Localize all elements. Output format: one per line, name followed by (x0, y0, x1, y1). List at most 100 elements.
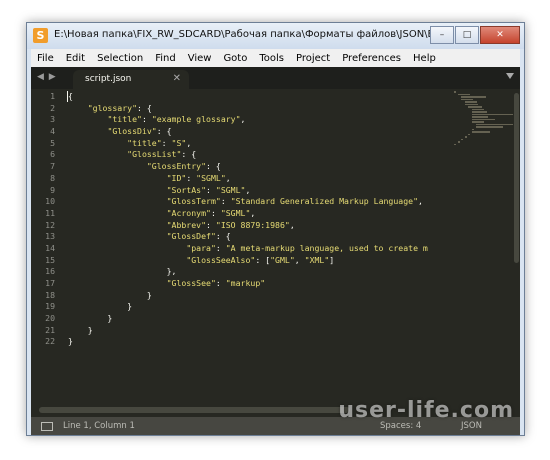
code-line: "title": "example glossary", (68, 114, 456, 126)
code-line: "GlossDiv": { (68, 126, 456, 138)
code-token: } (68, 289, 152, 300)
menu-find[interactable]: Find (149, 53, 182, 64)
horizontal-scroll-thumb[interactable] (39, 407, 350, 413)
line-number: 13 (45, 231, 55, 242)
code-token: , (289, 219, 295, 230)
code-line: "title": "S", (68, 138, 456, 150)
menu-project[interactable]: Project (290, 53, 336, 64)
code-line: } (68, 325, 456, 337)
string-token: "S" (171, 137, 187, 148)
code-token: , (240, 114, 246, 125)
code-token: , (294, 254, 305, 265)
minimap-line (472, 113, 519, 115)
line-number: 6 (50, 149, 55, 160)
line-number: 9 (50, 184, 55, 195)
code-line: } (68, 313, 456, 325)
minimap-line (461, 96, 486, 98)
string-token: "SGML" (196, 172, 226, 183)
watermark: user-life.com (338, 398, 514, 423)
code-line: "glossary": { (68, 103, 456, 115)
string-token: "Acronym" (166, 207, 211, 218)
code-line: } (68, 301, 456, 313)
code-token: : { (206, 161, 221, 172)
tab-navigation-arrows[interactable]: ◀ ▶ (37, 72, 57, 82)
menu-edit[interactable]: Edit (60, 53, 91, 64)
string-token: "GlossSeeAlso" (186, 254, 256, 265)
line-number: 18 (45, 289, 55, 300)
code-token: , (225, 172, 231, 183)
line-number: 19 (45, 301, 55, 312)
string-token: "Abbrev" (166, 219, 207, 230)
code-token: : { (215, 231, 231, 242)
menu-selection[interactable]: Selection (91, 53, 149, 64)
code-line: } (68, 336, 456, 348)
panel-toggle-icon[interactable] (41, 422, 53, 431)
code-token: : { (156, 126, 172, 137)
close-button[interactable]: ✕ (480, 26, 520, 44)
minimap-line (458, 141, 460, 143)
title-bar[interactable]: S E:\Новая папка\FIX_RW_SDCARD\Рабочая п… (27, 23, 524, 49)
code-line: { (68, 91, 456, 103)
string-token: "glossary" (87, 102, 138, 113)
code-token: } (68, 313, 113, 324)
menu-view[interactable]: View (182, 53, 218, 64)
minimap-line (472, 111, 487, 113)
line-number: 15 (45, 254, 55, 265)
tab-close-icon[interactable]: ✕ (173, 73, 181, 84)
string-token: "title" (127, 137, 162, 148)
minimize-button[interactable]: – (430, 26, 454, 44)
menu-tools[interactable]: Tools (253, 53, 290, 64)
code-line: } (68, 290, 456, 302)
code-line: "GlossSeeAlso": ["GML", "XML"] (68, 255, 456, 267)
code-token: : (161, 137, 172, 148)
code-line: "GlossEntry": { (68, 161, 456, 173)
minimap[interactable] (454, 91, 520, 145)
string-token: "Standard Generalized Markup Language" (230, 196, 419, 207)
code-line: "Abbrev": "ISO 8879:1986", (68, 220, 456, 232)
code-area[interactable]: { "glossary": { "title": "example glossa… (68, 91, 456, 395)
string-token: "markup" (225, 278, 266, 288)
minimap-line (472, 121, 484, 123)
minimap-line (472, 131, 490, 133)
code-token: : [ (255, 254, 271, 265)
line-number: 17 (45, 278, 55, 288)
menu-help[interactable]: Help (407, 53, 442, 64)
string-token: "GlossDiv" (107, 126, 157, 137)
tab-list-dropdown-icon[interactable] (506, 73, 514, 79)
code-token: }, (68, 266, 177, 277)
editor-frame: ◀ ▶ script.json ✕ 1 2 3 4 5 6 7 8 9 10 11 12 13 14 15 1… (31, 67, 520, 417)
string-token: "ISO 8879:1986" (215, 219, 290, 230)
sublime-app-icon: S (33, 28, 48, 43)
string-token: "GlossEntry" (146, 161, 207, 172)
line-number-gutter: 1 2 3 4 5 6 7 8 9 10 11 12 13 14 15 16 17 18 19 20 21 22 (31, 91, 59, 395)
tab-script-json[interactable]: script.json ✕ (73, 70, 189, 89)
line-number: 10 (45, 196, 55, 207)
line-number: 4 (50, 126, 55, 137)
line-number: 3 (50, 114, 55, 125)
string-token: "GlossList" (127, 149, 182, 160)
string-token: "GML" (270, 254, 295, 265)
line-number: 12 (45, 219, 55, 230)
string-token: "GlossDef" (166, 231, 216, 242)
string-token: "GlossTerm" (166, 196, 221, 207)
code-token: : { (137, 102, 152, 113)
minimap-line (468, 106, 482, 108)
minimap-line (458, 93, 470, 95)
code-line: "ID": "SGML", (68, 173, 456, 185)
menu-file[interactable]: File (31, 53, 60, 64)
code-token: : (215, 278, 226, 288)
vertical-scrollbar[interactable] (513, 91, 520, 395)
maximize-button[interactable]: □ (455, 26, 479, 44)
code-line: "GlossList": { (68, 149, 456, 161)
menu-goto[interactable]: Goto (217, 53, 253, 64)
code-token: : (186, 172, 197, 183)
vertical-scroll-thumb[interactable] (514, 93, 519, 263)
window-controls: – □ ✕ (429, 26, 520, 44)
menu-preferences[interactable]: Preferences (336, 53, 407, 64)
